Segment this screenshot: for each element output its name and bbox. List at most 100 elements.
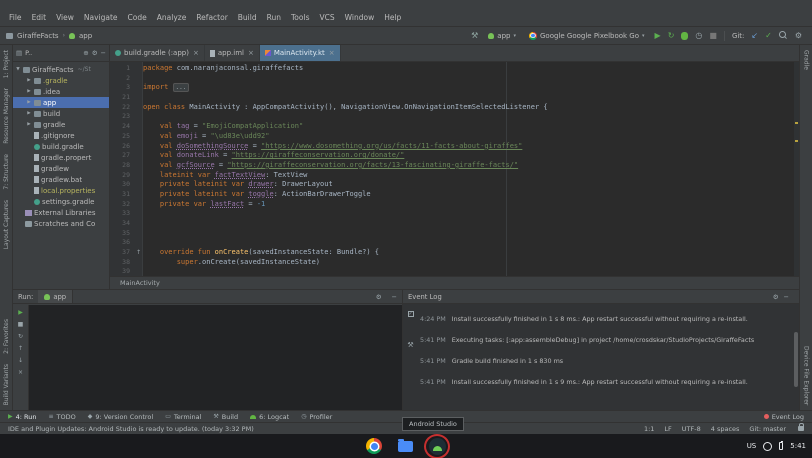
status-message[interactable]: IDE and Plugin Updates: Android Studio i… [8, 425, 254, 433]
editor-breadcrumb[interactable]: MainActivity [110, 276, 799, 289]
toolwindow-9-version-control[interactable]: ◆9: Version Control [88, 413, 153, 421]
files-app-icon[interactable] [398, 441, 413, 452]
tree-item-gitignore[interactable]: .gitignore [13, 130, 109, 141]
hide-panel-icon[interactable]: − [101, 49, 106, 57]
tree-item-gradle-propert[interactable]: gradle.propert [13, 152, 109, 163]
panel-settings-gear-icon[interactable]: ⚙ [92, 49, 98, 57]
menu-view[interactable]: View [51, 11, 79, 24]
toolwindow-button-layout-captures[interactable]: Layout Captures [3, 200, 10, 249]
toolwindow-6-logcat[interactable]: 6: Logcat [250, 413, 289, 421]
menu-run[interactable]: Run [262, 11, 286, 24]
run-console[interactable] [29, 305, 402, 410]
tree-item-settings-gradle[interactable]: settings.gradle [13, 196, 109, 207]
event-log-scrollbar[interactable] [794, 332, 798, 387]
tree-item-gradlew-bat[interactable]: gradlew.bat [13, 174, 109, 185]
tree-item-gradlew[interactable]: gradlew [13, 163, 109, 174]
filter-icon[interactable] [408, 311, 414, 317]
stop-button[interactable]: ■ [709, 32, 717, 40]
event-log-button[interactable]: Event Log [764, 413, 804, 421]
settings-gear-icon[interactable]: ⚙ [795, 32, 802, 40]
hide-panel-icon[interactable]: − [784, 293, 789, 301]
run-tab-app[interactable]: app [38, 290, 73, 303]
settings-gear-icon[interactable]: ⚙ [376, 293, 382, 301]
chrome-icon[interactable] [366, 438, 382, 454]
tree-item-gradle[interactable]: ▶.gradle [13, 75, 109, 86]
toolwindow-button-2-favorites[interactable]: 2: Favorites [3, 319, 10, 354]
device-select[interactable]: Google Google Pixelbook Go ▾ [526, 31, 648, 41]
android-studio-taskbar-item[interactable] [429, 438, 446, 455]
profiler-icon[interactable]: ◷ [695, 32, 702, 40]
toolwindow-button-device-file-explorer[interactable]: Device File Explorer [803, 346, 810, 405]
toolwindow-terminal[interactable]: ▭Terminal [165, 413, 201, 421]
restart-icon[interactable]: ↻ [18, 333, 23, 340]
close-icon[interactable]: × [193, 49, 199, 57]
toolwindow-todo[interactable]: ≡TODO [48, 413, 75, 421]
clear-console-icon[interactable]: × [18, 369, 23, 376]
build-hammer-icon[interactable]: ⚒ [471, 32, 478, 40]
breadcrumb-module[interactable]: app [79, 32, 92, 40]
tab-build-gradle-app[interactable]: build.gradle (:app)× [110, 45, 205, 61]
tree-root[interactable]: ▼ GiraffeFacts ~/St [13, 64, 109, 75]
menu-window[interactable]: Window [340, 11, 380, 24]
menu-vcs[interactable]: VCS [314, 11, 339, 24]
notification-badge[interactable] [763, 442, 772, 451]
toolwindow-button-1-project[interactable]: 1: Project [3, 50, 10, 78]
tab-app-iml[interactable]: app.iml× [205, 45, 260, 61]
scroll-down-icon[interactable]: ↓ [18, 357, 23, 364]
breadcrumb-class[interactable]: MainActivity [120, 279, 160, 287]
toolwindow-button-7-structure[interactable]: 7: Structure [3, 154, 10, 190]
tree-item-build[interactable]: ▶build [13, 108, 109, 119]
breadcrumb-project[interactable]: GiraffeFacts [17, 32, 59, 40]
menu-navigate[interactable]: Navigate [79, 11, 123, 24]
status-lf[interactable]: LF [664, 425, 671, 433]
tree-item-build-gradle[interactable]: build.gradle [13, 141, 109, 152]
toolwindow-button-build-variants[interactable]: Build Variants [3, 364, 10, 405]
menu-build[interactable]: Build [233, 11, 262, 24]
toolwindow-button-resource-manager[interactable]: Resource Manager [3, 88, 10, 144]
scroll-up-icon[interactable]: ↑ [18, 345, 23, 352]
settings-gear-icon[interactable]: ⚙ [773, 293, 779, 301]
status-git-master[interactable]: Git: master [749, 425, 786, 433]
stop-icon[interactable]: ■ [18, 321, 24, 328]
tree-item-gradle[interactable]: ▶gradle [13, 119, 109, 130]
clock[interactable]: 5:41 [790, 442, 806, 450]
rerun-icon[interactable]: ▶ [18, 309, 23, 316]
project-view-icon[interactable]: ▤ [16, 49, 22, 57]
menu-file[interactable]: File [4, 11, 27, 24]
toolwindow-build[interactable]: ⚒Build [213, 413, 238, 421]
menu-tools[interactable]: Tools [286, 11, 314, 24]
menu-analyze[interactable]: Analyze [152, 11, 192, 24]
menu-edit[interactable]: Edit [27, 11, 52, 24]
tree-item-scratches-and-co[interactable]: Scratches and Co [13, 218, 109, 229]
search-icon[interactable] [779, 31, 788, 40]
tree-item-local-properties[interactable]: local.properties [13, 185, 109, 196]
keyboard-layout[interactable]: US [747, 442, 757, 450]
menu-refactor[interactable]: Refactor [191, 11, 232, 24]
expand-all-icon[interactable]: ⊕ [83, 49, 88, 57]
close-icon[interactable]: × [329, 49, 335, 57]
toolwindow-button-gradle[interactable]: Gradle [803, 50, 810, 70]
run-button[interactable]: ▶ [655, 32, 661, 40]
apply-changes-icon[interactable]: ↻ [668, 32, 675, 40]
wrench-icon[interactable]: ⚒ [407, 341, 413, 349]
close-icon[interactable]: × [248, 49, 254, 57]
system-tray[interactable]: US 5:41 [747, 434, 806, 458]
git-commit-icon[interactable]: ✓ [765, 32, 772, 40]
project-panel-title[interactable]: P.. [25, 49, 32, 57]
tab-mainactivity-kt[interactable]: MainActivity.kt× [260, 45, 341, 61]
status-1-1[interactable]: 1:1 [644, 425, 654, 433]
lock-icon[interactable] [798, 426, 804, 431]
editor-scrollbar[interactable] [794, 62, 799, 276]
git-update-icon[interactable]: ↙ [751, 32, 758, 40]
tree-item-idea[interactable]: ▶.idea [13, 86, 109, 97]
run-config-select[interactable]: app ▾ [485, 31, 519, 41]
menu-code[interactable]: Code [123, 11, 152, 24]
tree-item-external-libraries[interactable]: External Libraries [13, 207, 109, 218]
status-utf-8[interactable]: UTF-8 [682, 425, 701, 433]
editor[interactable]: 1package com.naranjaconsal.giraffefacts2… [110, 62, 799, 276]
toolwindow-profiler[interactable]: ◷Profiler [301, 413, 332, 421]
menu-help[interactable]: Help [379, 11, 406, 24]
tree-item-app[interactable]: ▶app [13, 97, 109, 108]
status-4-spaces[interactable]: 4 spaces [711, 425, 740, 433]
toolwindow-4-run[interactable]: ▶4: Run [8, 413, 36, 421]
